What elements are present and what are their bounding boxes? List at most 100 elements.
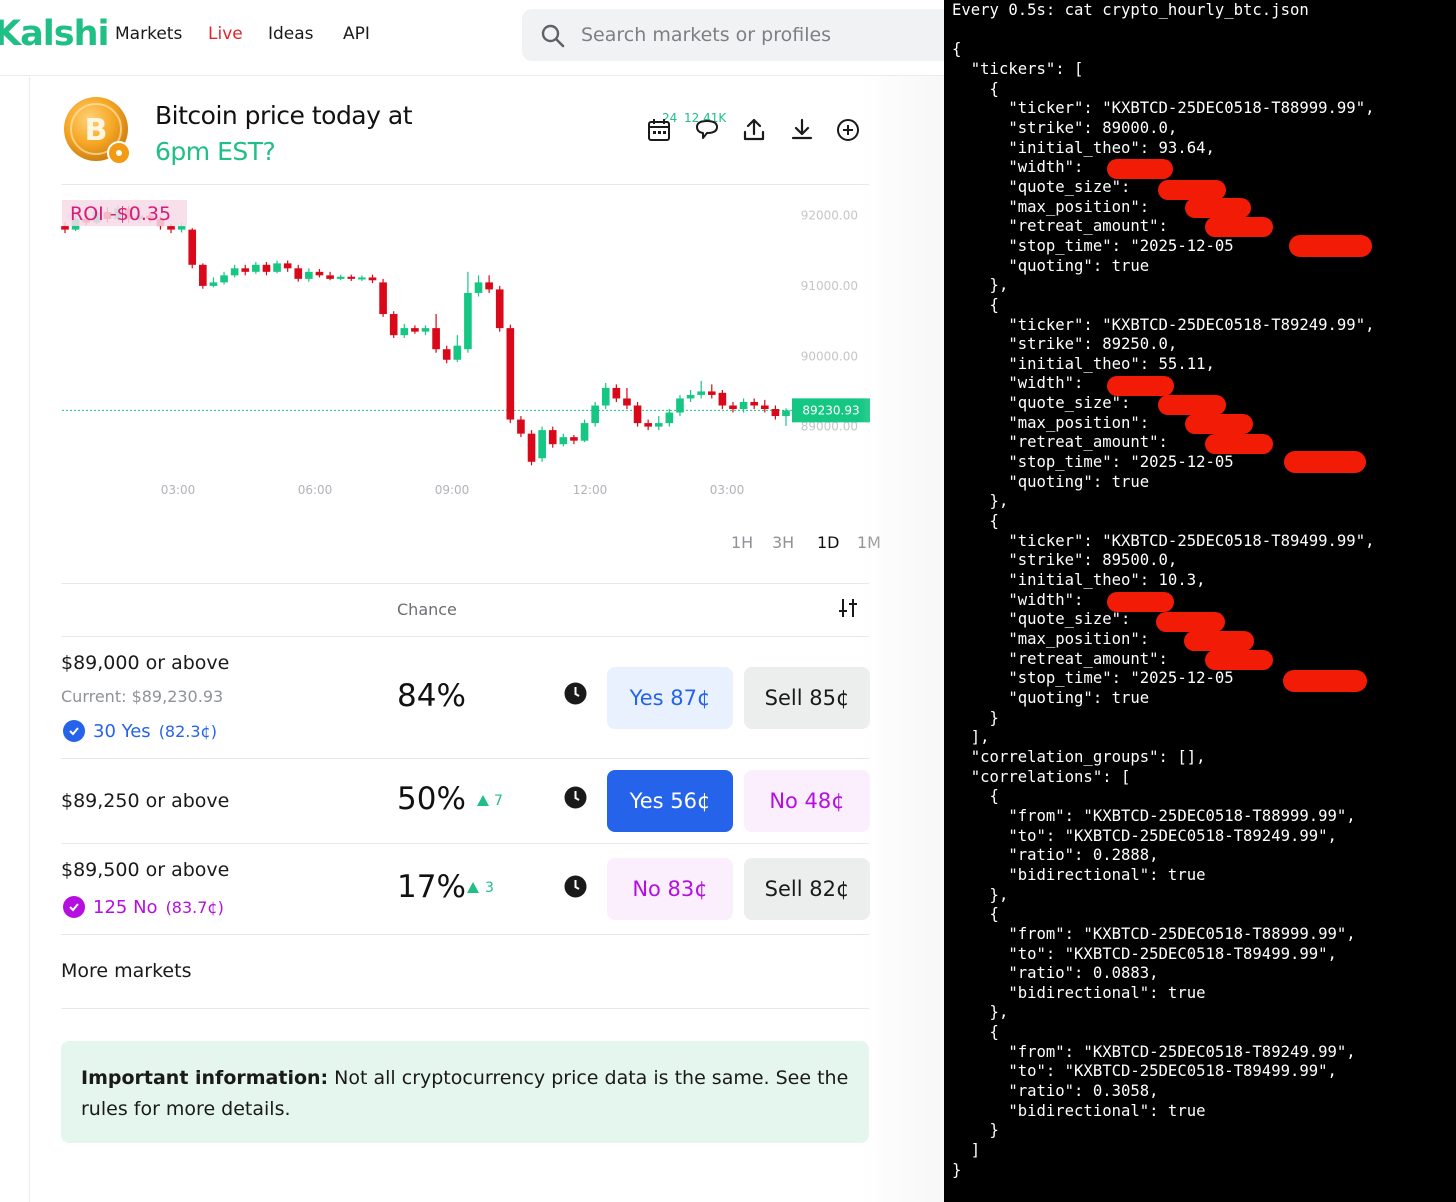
nav-markets[interactable]: Markets bbox=[115, 24, 182, 44]
row-label: $89,000 or above bbox=[61, 652, 230, 674]
share-icon[interactable] bbox=[741, 117, 767, 143]
candle-body bbox=[718, 392, 727, 406]
candle-body bbox=[474, 282, 483, 293]
terminal-window[interactable]: Every 0.5s: cat crypto_hourly_btc.json {… bbox=[944, 0, 1456, 1202]
nav-ideas[interactable]: Ideas bbox=[268, 24, 314, 44]
nav-live[interactable]: Live bbox=[208, 24, 243, 44]
terminal-line: }, bbox=[952, 1003, 1009, 1022]
terminal-line: "initial_theo": 10.3, bbox=[952, 571, 1206, 590]
download-icon[interactable] bbox=[789, 117, 815, 143]
divider bbox=[61, 583, 869, 584]
terminal-line: } bbox=[952, 708, 999, 727]
redaction-mark bbox=[1205, 650, 1273, 670]
price-chart[interactable]: 92000.0091000.0090000.0089000.0003:00 06:… bbox=[0, 186, 944, 516]
more-markets-link[interactable]: More markets bbox=[61, 960, 191, 982]
check-icon bbox=[63, 720, 85, 742]
search-input[interactable]: Search markets or profiles bbox=[522, 9, 944, 61]
redaction-mark bbox=[1284, 451, 1366, 473]
divider bbox=[61, 184, 869, 185]
position-count: 30 Yes bbox=[93, 720, 151, 742]
buy-yes-button[interactable]: Yes 87¢ bbox=[607, 667, 733, 729]
terminal-line: "quoting": true bbox=[952, 472, 1150, 491]
candle-body bbox=[241, 268, 250, 272]
roi-text: ROI -$0.35 bbox=[70, 203, 171, 225]
nav-api[interactable]: API bbox=[343, 24, 370, 44]
candle-body bbox=[697, 391, 705, 395]
browser-pane: Kalshi Markets Live Ideas API Search mar… bbox=[0, 0, 944, 1202]
terminal-line: "max_position": bbox=[952, 413, 1150, 432]
redaction-mark bbox=[1289, 235, 1372, 257]
candle-body bbox=[273, 263, 281, 272]
terminal-line: "from": "KXBTCD-25DEC0518-T88999.99", bbox=[952, 924, 1356, 943]
terminal-line: "bidirectional": true bbox=[952, 865, 1206, 884]
position-yes[interactable]: 30 Yes (82.3¢) bbox=[63, 720, 217, 742]
timeframe-3h[interactable]: 3H bbox=[772, 533, 794, 552]
terminal-line: "retreat_amount": bbox=[952, 649, 1168, 668]
candle-body bbox=[188, 229, 197, 265]
sell-button[interactable]: Sell 85¢ bbox=[744, 667, 870, 729]
row-label: $89,250 or above bbox=[61, 790, 230, 812]
candle-body bbox=[294, 268, 303, 279]
terminal-line: "bidirectional": true bbox=[952, 983, 1206, 1002]
sort-settings-icon[interactable] bbox=[836, 596, 860, 620]
candle-body bbox=[517, 419, 525, 434]
candle-body bbox=[400, 328, 409, 336]
redaction-mark bbox=[1158, 395, 1226, 415]
clock-icon[interactable] bbox=[564, 875, 587, 898]
candle-body bbox=[729, 405, 737, 410]
divider bbox=[61, 758, 869, 759]
comment-icon[interactable] bbox=[694, 117, 720, 143]
row-current: Current: $89,230.93 bbox=[61, 687, 224, 706]
terminal-line: { bbox=[952, 79, 999, 98]
redaction-mark bbox=[1156, 612, 1225, 632]
sell-button[interactable]: Sell 82¢ bbox=[744, 858, 870, 920]
redaction-mark bbox=[1184, 631, 1254, 651]
candle-body bbox=[389, 314, 398, 336]
candle-body bbox=[283, 263, 292, 269]
terminal-line: Every 0.5s: cat crypto_hourly_btc.json bbox=[952, 1, 1309, 19]
candle-body bbox=[707, 391, 716, 395]
y-tick-label: 90000.00 bbox=[801, 349, 858, 363]
x-tick-label: 03:00 bbox=[161, 483, 196, 497]
important-info-banner: Important information: Not all cryptocur… bbox=[61, 1041, 869, 1143]
timeframe-1h[interactable]: 1H bbox=[731, 533, 753, 552]
timeframe-1d[interactable]: 1D bbox=[817, 533, 840, 552]
clock-icon[interactable] bbox=[564, 786, 587, 809]
candle-body bbox=[199, 264, 207, 286]
candle-body bbox=[527, 433, 536, 462]
terminal-line: }, bbox=[952, 492, 1009, 511]
candle-body bbox=[177, 226, 186, 230]
search-icon bbox=[541, 24, 565, 48]
candle-body bbox=[654, 423, 663, 427]
candle-body bbox=[485, 282, 493, 290]
candle-body bbox=[315, 271, 324, 276]
candle-body bbox=[686, 394, 695, 399]
candle-body bbox=[336, 276, 345, 279]
terminal-line: "correlations": [ bbox=[952, 767, 1131, 786]
position-count: 125 No bbox=[93, 896, 158, 918]
position-no[interactable]: 125 No (83.7¢) bbox=[63, 896, 224, 918]
terminal-line: { bbox=[952, 787, 999, 806]
buy-no-button[interactable]: No 48¢ bbox=[744, 770, 870, 832]
calendar-icon[interactable] bbox=[646, 117, 672, 143]
terminal-line: "to": "KXBTCD-25DEC0518-T89499.99", bbox=[952, 944, 1337, 963]
y-tick-label: 91000.00 bbox=[801, 279, 858, 293]
x-tick-label: 03:00 bbox=[710, 483, 745, 497]
terminal-line: "ratio": 0.0883, bbox=[952, 964, 1159, 983]
add-circle-icon[interactable] bbox=[835, 117, 861, 143]
buy-no-button[interactable]: No 83¢ bbox=[607, 858, 733, 920]
redaction-mark bbox=[1205, 217, 1273, 237]
candle-body bbox=[230, 268, 239, 276]
terminal-line: "ratio": 0.3058, bbox=[952, 1082, 1159, 1101]
clock-icon[interactable] bbox=[564, 682, 587, 705]
x-tick-label: 09:00 bbox=[435, 483, 470, 497]
candle-body bbox=[305, 271, 313, 279]
buy-yes-button[interactable]: Yes 56¢ bbox=[607, 770, 733, 832]
timeframe-1m[interactable]: 1M bbox=[857, 533, 881, 552]
candle-body bbox=[548, 430, 557, 445]
divider bbox=[61, 843, 869, 844]
current-price-tag: 89230.93 bbox=[792, 398, 870, 423]
terminal-line: "from": "KXBTCD-25DEC0518-T89249.99", bbox=[952, 1042, 1356, 1061]
terminal-line: "tickers": [ bbox=[952, 59, 1084, 78]
kalshi-logo[interactable]: Kalshi bbox=[0, 14, 109, 54]
